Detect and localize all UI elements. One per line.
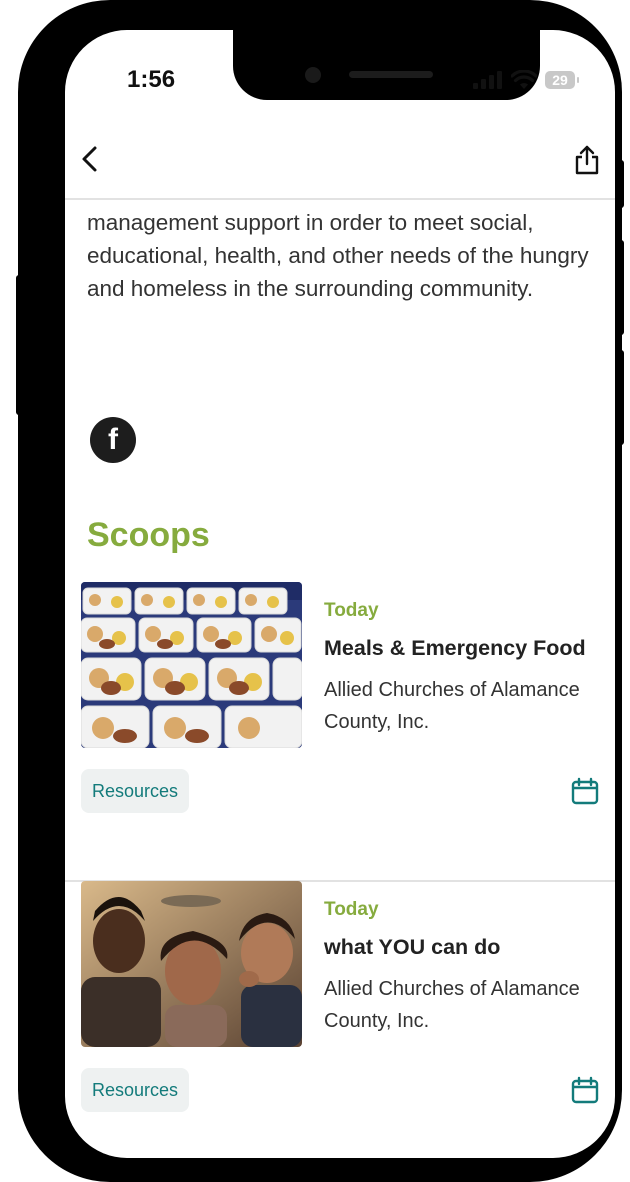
section-title: Scoops (87, 516, 210, 554)
nav-bar (65, 130, 615, 200)
scoop-date: Today (324, 600, 379, 621)
calendar-icon[interactable] (571, 1076, 599, 1104)
battery-level: 29 (552, 72, 568, 88)
share-icon[interactable] (573, 144, 601, 176)
family-in-car-photo (81, 881, 302, 1047)
status-icons: 29 (473, 70, 579, 90)
power-button (618, 160, 624, 208)
cellular-signal-icon (473, 71, 502, 89)
resources-tag[interactable]: Resources (81, 1068, 190, 1112)
scoop-card[interactable]: Today what YOU can do Allied Churches of… (65, 881, 615, 1158)
facebook-glyph: f (108, 423, 118, 456)
volume-up-button (618, 240, 624, 335)
scoop-organization: Allied Churches of Alamance County, Inc. (324, 679, 580, 733)
camera (305, 67, 321, 83)
trays-of-meals-photo (81, 582, 302, 748)
speaker (349, 71, 433, 78)
scoop-title[interactable]: Meals & Emergency Food (324, 636, 586, 661)
description-text: management support in order to meet soci… (87, 210, 589, 301)
silent-switch (16, 275, 22, 415)
volume-down-button (618, 350, 624, 445)
screen: 1:56 29 management support in order to m… (65, 30, 615, 1158)
facebook-icon[interactable]: f (90, 417, 136, 463)
wifi-icon (511, 70, 537, 89)
battery-icon: 29 (545, 71, 579, 89)
status-time: 1:56 (127, 66, 176, 93)
scoop-organization: Allied Churches of Alamance County, Inc. (324, 978, 580, 1032)
scoop-date: Today (324, 899, 379, 920)
calendar-icon[interactable] (571, 777, 599, 805)
chevron-left-icon[interactable] (75, 144, 105, 174)
scoop-title[interactable]: what YOU can do (324, 935, 500, 960)
resources-tag[interactable]: Resources (81, 769, 190, 813)
scoop-card[interactable]: Today Meals & Emergency Food Allied Chur… (65, 582, 615, 882)
phone-frame: 1:56 29 management support in order to m… (16, 0, 624, 1182)
